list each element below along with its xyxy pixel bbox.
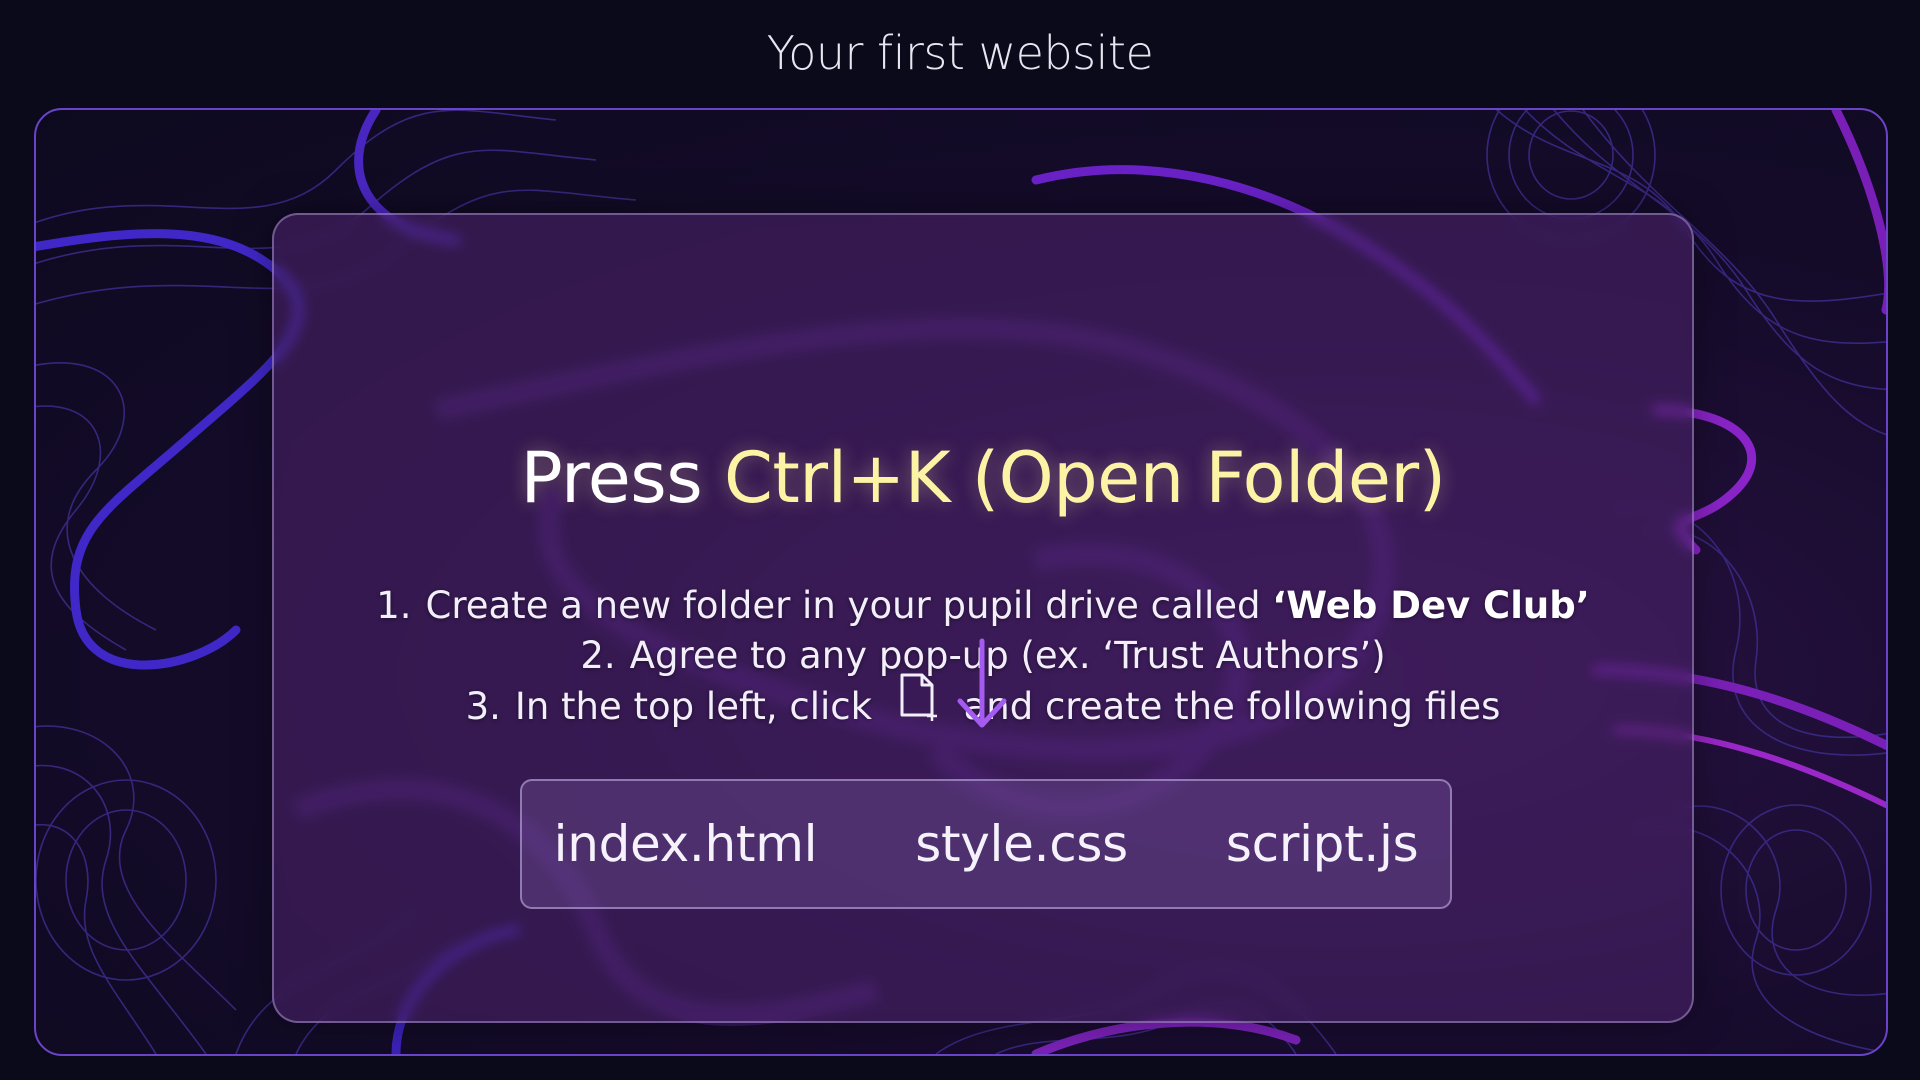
- headline: Press Ctrl+K (Open Folder): [274, 437, 1692, 519]
- page-title: Your first website: [766, 26, 1154, 80]
- instruction-card: Press Ctrl+K (Open Folder) 1. Create a ne…: [272, 213, 1694, 1023]
- content-stage: Press Ctrl+K (Open Folder) 1. Create a ne…: [34, 108, 1888, 1056]
- step-number: 2.: [580, 634, 616, 677]
- headline-shortcut: Ctrl+K (Open Folder): [723, 437, 1446, 519]
- file-list: index.html style.css script.js: [520, 779, 1452, 909]
- slide: Your first website Press Ctrl+K (Open Fo…: [0, 0, 1920, 1080]
- step-text: and create the following files: [963, 685, 1501, 728]
- file-script-js: script.js: [1225, 815, 1419, 873]
- step-text: In the top left, click: [514, 685, 873, 728]
- step-text: Create a new folder in your pupil drive …: [425, 584, 1273, 627]
- file-index-html: index.html: [553, 815, 818, 873]
- folder-name: ‘Web Dev Club’: [1272, 584, 1590, 627]
- step-1: 1. Create a new folder in your pupil driv…: [274, 581, 1692, 631]
- headline-prefix: Press: [520, 437, 724, 519]
- arrow-down-icon: [952, 635, 1012, 739]
- new-file-icon: [898, 671, 938, 736]
- step-number: 3.: [465, 685, 501, 728]
- step-number: 1.: [376, 584, 412, 627]
- file-style-css: style.css: [915, 815, 1128, 873]
